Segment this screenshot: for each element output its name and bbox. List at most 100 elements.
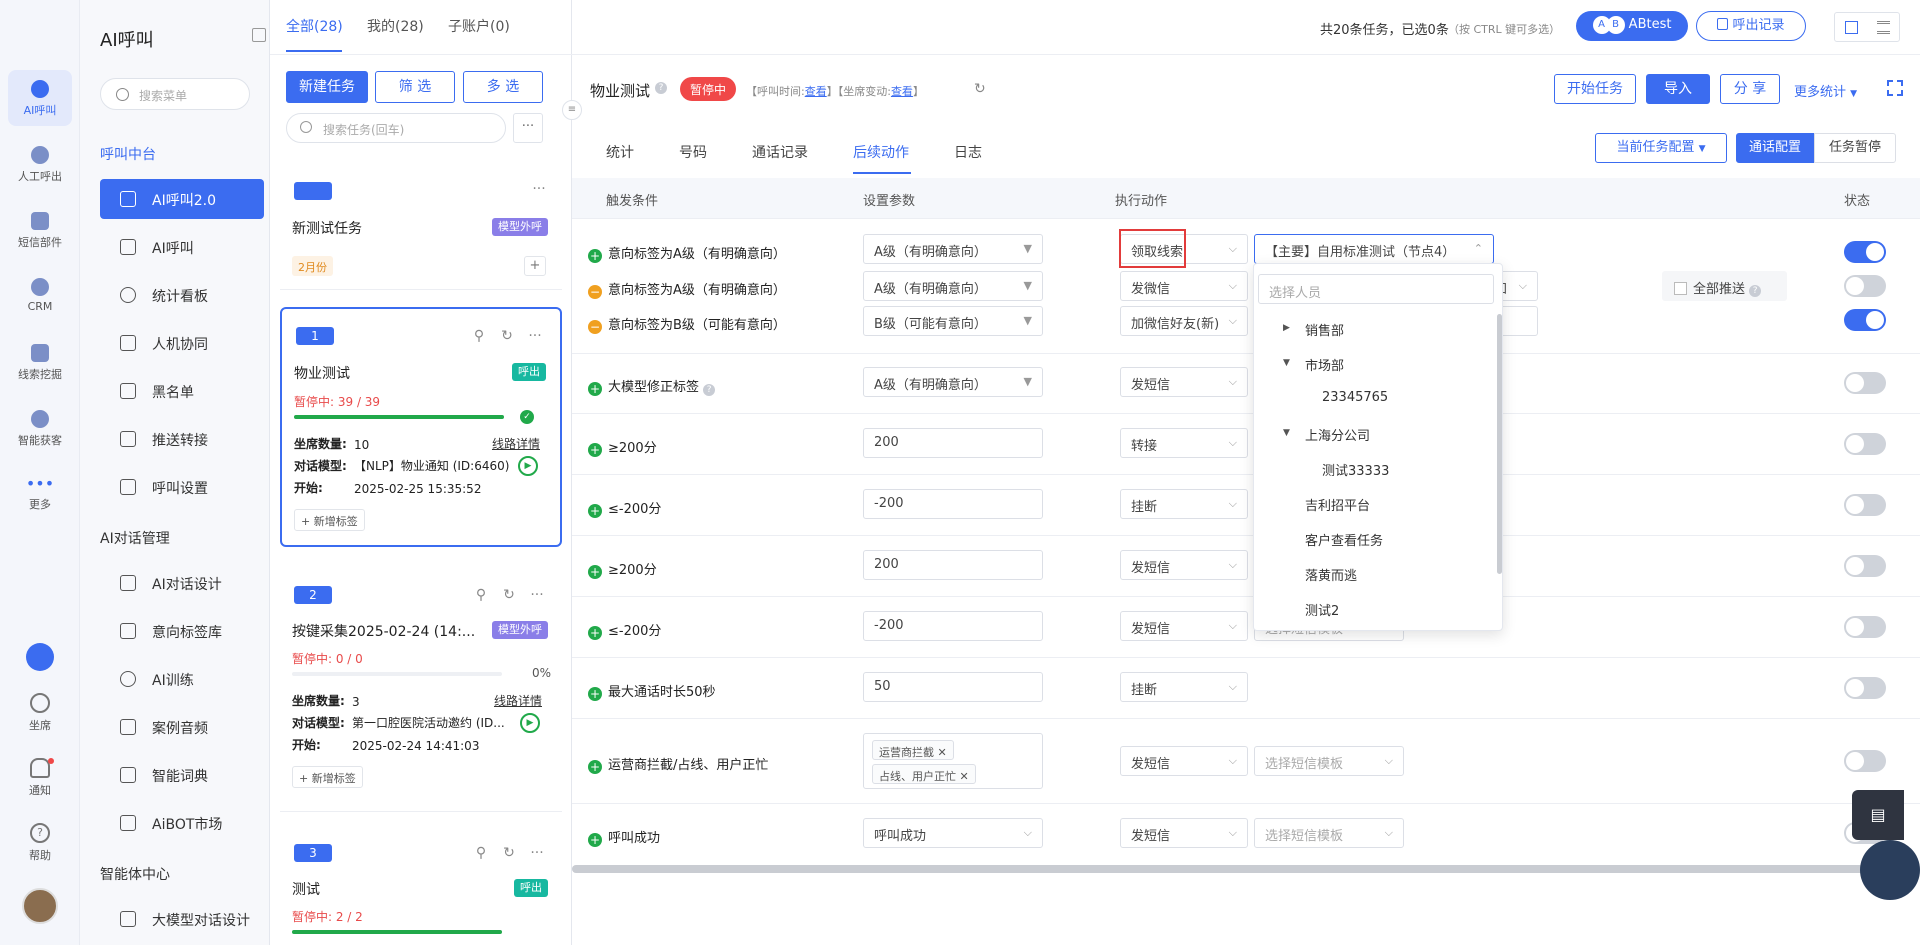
tag-chip[interactable]: 运营商拦截 ✕	[872, 740, 954, 760]
tab-mine[interactable]: 我的(28)	[367, 16, 424, 36]
action-select[interactable]: 挂断 ⌵	[1120, 672, 1248, 702]
status-toggle[interactable]	[1844, 555, 1886, 577]
rail-leads[interactable]: 线索挖掘	[8, 334, 72, 390]
rail-crm[interactable]: CRM	[8, 268, 72, 324]
new-task-button[interactable]: 新建任务	[286, 71, 368, 103]
play-icon[interactable]: ▶	[518, 456, 538, 476]
multi-select-button[interactable]: 多 选	[463, 71, 543, 103]
caret-right-icon[interactable]: ▶	[1283, 323, 1290, 333]
menu-item-llm-dialog[interactable]: 大模型对话设计	[100, 899, 264, 939]
refresh-icon[interactable]: ↻	[500, 329, 514, 343]
action-select[interactable]: 发短信 ⌵	[1120, 746, 1248, 776]
action-select[interactable]: 挂断 ⌵	[1120, 489, 1248, 519]
param-select[interactable]: A级（有明确意向） ▼	[863, 271, 1043, 301]
add-tag-button[interactable]: + 新增标签	[294, 509, 365, 531]
menu-item-blacklist[interactable]: 黑名单	[100, 371, 264, 411]
support-phone-icon[interactable]	[1860, 840, 1920, 900]
more-icon[interactable]: ···	[532, 182, 546, 196]
status-toggle[interactable]	[1844, 494, 1886, 516]
fullscreen-icon[interactable]	[1887, 80, 1903, 96]
assignee-search-input[interactable]: 选择人员	[1258, 274, 1494, 304]
view-call-time-link[interactable]: 查看	[805, 85, 827, 98]
action-select[interactable]: 发短信 ⌵	[1120, 367, 1248, 397]
caret-down-icon[interactable]: ▼	[1283, 358, 1290, 368]
task-search-input[interactable]: 搜索任务(回车)	[286, 113, 506, 143]
status-toggle[interactable]	[1844, 241, 1886, 263]
tree-item[interactable]: 销售部	[1305, 320, 1344, 339]
chat-widget-icon[interactable]: ▤	[1852, 790, 1904, 840]
rail-more[interactable]: ••• 更多	[8, 466, 72, 522]
user-avatar[interactable]	[22, 888, 58, 924]
param-input[interactable]: 200	[863, 428, 1043, 458]
subtab-log[interactable]: 日志	[954, 142, 982, 162]
action-select[interactable]: 转接 ⌵	[1120, 428, 1248, 458]
line-detail-link[interactable]: 线路详情	[492, 435, 540, 452]
more-options-button[interactable]: ···	[513, 113, 543, 143]
menu-item-dictionary[interactable]: 智能词典	[100, 755, 264, 795]
tree-item[interactable]: 测试33333	[1322, 460, 1389, 479]
user-switch-button[interactable]: AB ABtest	[1576, 11, 1688, 41]
caret-down-icon[interactable]: ▼	[1283, 428, 1290, 438]
current-config-dropdown[interactable]: 当前任务配置 ▼	[1595, 133, 1727, 163]
more-icon[interactable]: ···	[530, 588, 544, 602]
menu-item-cooperation[interactable]: 人机协同	[100, 323, 264, 363]
tab-sub-account[interactable]: 子账户(0)	[448, 16, 510, 36]
add-icon[interactable]: +	[588, 443, 602, 457]
rail-seat[interactable]: 坐席	[8, 693, 72, 733]
task-pause-button[interactable]: 任务暂停	[1814, 133, 1896, 163]
status-toggle[interactable]	[1844, 433, 1886, 455]
refresh-icon[interactable]: ↻	[974, 81, 986, 97]
tree-item[interactable]: 测试2	[1305, 600, 1339, 619]
dropdown-scrollbar[interactable]	[1497, 314, 1502, 574]
push-all-checkbox[interactable]: 全部推送 ?	[1662, 271, 1787, 301]
remove-icon[interactable]: −	[588, 285, 602, 299]
menu-item-audio[interactable]: 案例音频	[100, 707, 264, 747]
menu-item-stats[interactable]: 统计看板	[100, 275, 264, 315]
more-icon[interactable]: ···	[528, 329, 542, 343]
add-tag-button[interactable]: + 新增标签	[292, 766, 363, 788]
pin-icon[interactable]: ⚲	[472, 329, 486, 343]
menu-item-forward[interactable]: 推送转接	[100, 419, 264, 459]
horizontal-scrollbar[interactable]	[572, 865, 1872, 873]
menu-item-ai-call[interactable]: AI呼叫	[100, 227, 264, 267]
assignee-select[interactable]: 【主要】自用标准测试（节点4） ⌃	[1254, 234, 1494, 264]
tree-item[interactable]: 吉利招平台	[1305, 495, 1370, 514]
param-input[interactable]: -200	[863, 611, 1043, 641]
status-toggle[interactable]	[1844, 275, 1886, 297]
sms-template-select[interactable]: 选择短信模板 ⌵	[1254, 818, 1404, 848]
menu-item-ai-call-2[interactable]: AI呼叫2.0	[100, 179, 264, 219]
view-seat-change-link[interactable]: 查看	[891, 85, 913, 98]
status-toggle[interactable]	[1844, 309, 1886, 331]
task-card-draft[interactable]: ··· 新测试任务 模型外呼 2月份 +	[280, 170, 562, 290]
tag-chip[interactable]: 占线、用户正忙 ✕	[872, 764, 976, 784]
refresh-icon[interactable]: ↻	[502, 846, 516, 860]
action-select[interactable]: 加微信好友(新) ⌵	[1120, 306, 1248, 336]
param-input[interactable]: -200	[863, 489, 1043, 519]
call-records-button[interactable]: 呼出记录	[1696, 11, 1806, 41]
menu-item-aibot-market[interactable]: AiBOT市场	[100, 803, 264, 843]
subtab-stats[interactable]: 统计	[606, 142, 634, 162]
param-select[interactable]: 呼叫成功 ⌵	[863, 818, 1043, 848]
param-multi-select[interactable]: 运营商拦截 ✕ 占线、用户正忙 ✕	[863, 733, 1043, 789]
action-select[interactable]: 发短信 ⌵	[1120, 611, 1248, 641]
add-icon[interactable]: +	[588, 504, 602, 518]
param-input[interactable]: 50	[863, 672, 1043, 702]
more-icon[interactable]: ···	[530, 846, 544, 860]
status-toggle[interactable]	[1844, 750, 1886, 772]
menu-item-call-settings[interactable]: 呼叫设置	[100, 467, 264, 507]
add-icon[interactable]: +	[588, 760, 602, 774]
task-card-2[interactable]: 2 ⚲ ↻ ··· 按键采集2025-02-24 (14:... 模型外呼 暂停…	[280, 570, 562, 812]
param-select[interactable]: A级（有明确意向） ▼	[863, 367, 1043, 397]
add-icon[interactable]: +	[588, 249, 602, 263]
pin-icon[interactable]: ⚲	[474, 846, 488, 860]
menu-item-dialog-design[interactable]: AI对话设计	[100, 563, 264, 603]
rail-notify[interactable]: 通知	[8, 758, 72, 798]
action-select[interactable]: 发短信 ⌵	[1120, 818, 1248, 848]
info-icon[interactable]: ?	[655, 82, 667, 94]
remove-icon[interactable]: −	[588, 320, 602, 334]
tree-item[interactable]: 落黄而逃	[1305, 565, 1357, 584]
tab-all[interactable]: 全部(28)	[286, 16, 343, 36]
share-button[interactable]: 分 享	[1720, 74, 1780, 104]
task-card-3[interactable]: 3 ⚲ ↻ ··· 测试 呼出 暂停中: 2 / 2	[280, 828, 562, 945]
subtab-call-records[interactable]: 通话记录	[752, 142, 808, 162]
